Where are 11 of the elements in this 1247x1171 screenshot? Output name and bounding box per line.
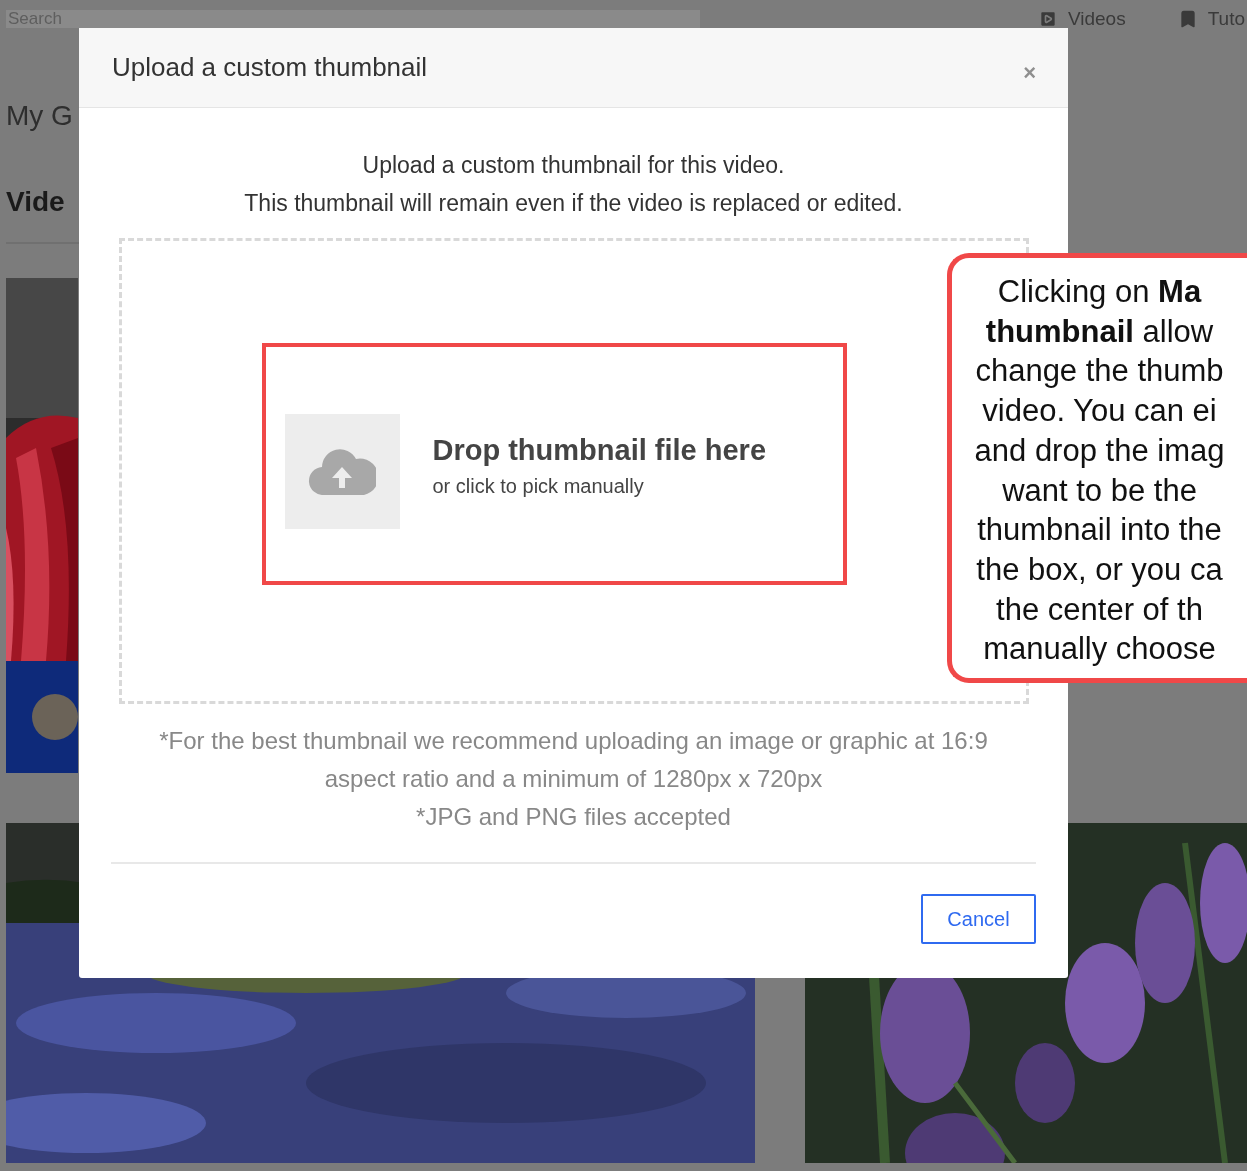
section-heading: Vide	[6, 186, 65, 218]
nav-link-label: Videos	[1067, 8, 1126, 30]
intro-text: Upload a custom thumbnail for this video.	[362, 151, 785, 180]
upload-note: *For the best thumbnail we recommend uploading an image or graphic at 16:9 aspect ratio and a minimum of 1280px x 720px	[158, 726, 989, 794]
dialog-title: Upload a custom thumbnail	[112, 52, 428, 83]
nav-link-label: Tuto	[1207, 8, 1245, 30]
upload-note: *JPG and PNG files accepted	[415, 802, 732, 832]
drop-hint: or click to pick manually	[432, 475, 645, 498]
page-heading: My G	[6, 100, 73, 132]
intro-text: This thumbnail will remain even if the video is replaced or edited.	[244, 189, 903, 218]
drop-title: Drop thumbnail file here	[432, 434, 767, 467]
